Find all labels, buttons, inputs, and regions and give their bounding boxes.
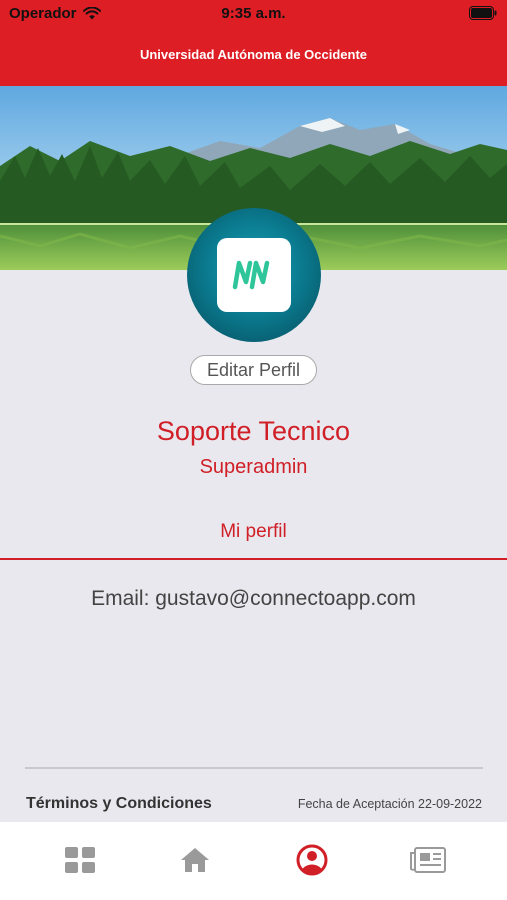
connecto-logo-icon: [217, 238, 291, 312]
tab-home[interactable]: [175, 840, 215, 880]
avatar[interactable]: [187, 208, 321, 342]
app-title: Universidad Autónoma de Occidente: [139, 47, 368, 62]
status-bar: Operador 9:35 a.m.: [0, 0, 507, 28]
tab-news[interactable]: [408, 840, 448, 880]
home-icon: [181, 848, 209, 872]
grid-icon: [65, 847, 95, 873]
news-icon: [410, 847, 446, 873]
status-time: 9:35 a.m.: [221, 5, 286, 22]
tab-bar: [0, 822, 507, 900]
section-title-mi-perfil: Mi perfil: [220, 521, 287, 542]
terms-and-conditions-link[interactable]: Términos y Condiciones: [26, 795, 212, 813]
profile-icon: [296, 844, 328, 876]
tab-dashboard[interactable]: [60, 840, 100, 880]
edit-profile-button[interactable]: Editar Perfil: [190, 355, 317, 385]
battery-icon: [469, 6, 497, 20]
profile-email: Email: gustavo@connectoapp.com: [91, 587, 416, 610]
acceptance-date: Fecha de Aceptación 22-09-2022: [297, 797, 482, 811]
profile-name: Soporte Tecnico: [156, 416, 351, 446]
profile-role: Superadmin: [199, 456, 308, 478]
section-divider: [0, 558, 507, 560]
footer-divider: [25, 767, 483, 769]
tab-profile[interactable]: [292, 840, 332, 880]
app-header: Operador 9:35 a.m. Universidad Autónoma …: [0, 0, 507, 86]
